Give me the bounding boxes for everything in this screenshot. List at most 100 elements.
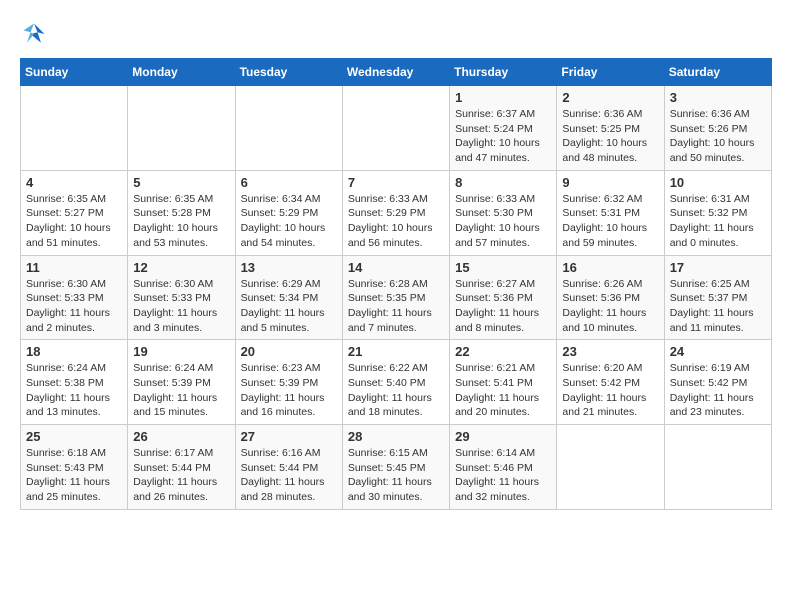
day-info: Sunrise: 6:25 AM Sunset: 5:37 PM Dayligh… xyxy=(670,277,766,336)
day-number: 1 xyxy=(455,90,551,105)
day-info: Sunrise: 6:35 AM Sunset: 5:28 PM Dayligh… xyxy=(133,192,229,251)
calendar-week-row: 25 Sunrise: 6:18 AM Sunset: 5:43 PM Dayli… xyxy=(21,425,772,510)
calendar-cell: 6 Sunrise: 6:34 AM Sunset: 5:29 PM Daylig… xyxy=(235,170,342,255)
header xyxy=(20,20,772,48)
day-info: Sunrise: 6:35 AM Sunset: 5:27 PM Dayligh… xyxy=(26,192,122,251)
day-number: 8 xyxy=(455,175,551,190)
logo-icon xyxy=(20,20,48,48)
day-number: 21 xyxy=(348,344,444,359)
day-info: Sunrise: 6:16 AM Sunset: 5:44 PM Dayligh… xyxy=(241,446,337,505)
day-number: 20 xyxy=(241,344,337,359)
day-info: Sunrise: 6:14 AM Sunset: 5:46 PM Dayligh… xyxy=(455,446,551,505)
day-info: Sunrise: 6:15 AM Sunset: 5:45 PM Dayligh… xyxy=(348,446,444,505)
header-cell-sunday: Sunday xyxy=(21,59,128,86)
calendar-cell: 1 Sunrise: 6:37 AM Sunset: 5:24 PM Daylig… xyxy=(450,86,557,171)
day-number: 11 xyxy=(26,260,122,275)
day-number: 27 xyxy=(241,429,337,444)
day-info: Sunrise: 6:22 AM Sunset: 5:40 PM Dayligh… xyxy=(348,361,444,420)
day-number: 13 xyxy=(241,260,337,275)
day-info: Sunrise: 6:37 AM Sunset: 5:24 PM Dayligh… xyxy=(455,107,551,166)
day-number: 12 xyxy=(133,260,229,275)
calendar-cell: 9 Sunrise: 6:32 AM Sunset: 5:31 PM Daylig… xyxy=(557,170,664,255)
header-cell-tuesday: Tuesday xyxy=(235,59,342,86)
day-info: Sunrise: 6:28 AM Sunset: 5:35 PM Dayligh… xyxy=(348,277,444,336)
calendar-cell: 25 Sunrise: 6:18 AM Sunset: 5:43 PM Dayli… xyxy=(21,425,128,510)
calendar-cell xyxy=(21,86,128,171)
calendar-cell: 26 Sunrise: 6:17 AM Sunset: 5:44 PM Dayli… xyxy=(128,425,235,510)
calendar-cell: 11 Sunrise: 6:30 AM Sunset: 5:33 PM Dayli… xyxy=(21,255,128,340)
calendar-cell: 13 Sunrise: 6:29 AM Sunset: 5:34 PM Dayli… xyxy=(235,255,342,340)
day-info: Sunrise: 6:36 AM Sunset: 5:26 PM Dayligh… xyxy=(670,107,766,166)
calendar-cell: 12 Sunrise: 6:30 AM Sunset: 5:33 PM Dayli… xyxy=(128,255,235,340)
day-number: 26 xyxy=(133,429,229,444)
calendar-cell xyxy=(557,425,664,510)
calendar-week-row: 1 Sunrise: 6:37 AM Sunset: 5:24 PM Daylig… xyxy=(21,86,772,171)
calendar-week-row: 11 Sunrise: 6:30 AM Sunset: 5:33 PM Dayli… xyxy=(21,255,772,340)
calendar-cell: 2 Sunrise: 6:36 AM Sunset: 5:25 PM Daylig… xyxy=(557,86,664,171)
calendar-cell: 29 Sunrise: 6:14 AM Sunset: 5:46 PM Dayli… xyxy=(450,425,557,510)
day-info: Sunrise: 6:20 AM Sunset: 5:42 PM Dayligh… xyxy=(562,361,658,420)
day-info: Sunrise: 6:33 AM Sunset: 5:29 PM Dayligh… xyxy=(348,192,444,251)
day-number: 25 xyxy=(26,429,122,444)
day-number: 2 xyxy=(562,90,658,105)
day-number: 7 xyxy=(348,175,444,190)
day-number: 18 xyxy=(26,344,122,359)
calendar-cell: 3 Sunrise: 6:36 AM Sunset: 5:26 PM Daylig… xyxy=(664,86,771,171)
day-info: Sunrise: 6:24 AM Sunset: 5:38 PM Dayligh… xyxy=(26,361,122,420)
calendar-table: SundayMondayTuesdayWednesdayThursdayFrid… xyxy=(20,58,772,510)
day-info: Sunrise: 6:30 AM Sunset: 5:33 PM Dayligh… xyxy=(26,277,122,336)
calendar-cell: 7 Sunrise: 6:33 AM Sunset: 5:29 PM Daylig… xyxy=(342,170,449,255)
calendar-cell: 20 Sunrise: 6:23 AM Sunset: 5:39 PM Dayli… xyxy=(235,340,342,425)
calendar-week-row: 18 Sunrise: 6:24 AM Sunset: 5:38 PM Dayli… xyxy=(21,340,772,425)
calendar-cell: 15 Sunrise: 6:27 AM Sunset: 5:36 PM Dayli… xyxy=(450,255,557,340)
day-number: 10 xyxy=(670,175,766,190)
calendar-cell: 23 Sunrise: 6:20 AM Sunset: 5:42 PM Dayli… xyxy=(557,340,664,425)
header-cell-wednesday: Wednesday xyxy=(342,59,449,86)
day-number: 23 xyxy=(562,344,658,359)
day-number: 28 xyxy=(348,429,444,444)
header-cell-monday: Monday xyxy=(128,59,235,86)
calendar-cell: 19Sunrise: 6:24 AM Sunset: 5:39 PM Dayli… xyxy=(128,340,235,425)
calendar-cell xyxy=(664,425,771,510)
calendar-cell: 24 Sunrise: 6:19 AM Sunset: 5:42 PM Dayli… xyxy=(664,340,771,425)
day-number: 14 xyxy=(348,260,444,275)
calendar-cell: 5 Sunrise: 6:35 AM Sunset: 5:28 PM Daylig… xyxy=(128,170,235,255)
day-info: Sunrise: 6:19 AM Sunset: 5:42 PM Dayligh… xyxy=(670,361,766,420)
calendar-cell: 4Sunrise: 6:35 AM Sunset: 5:27 PM Daylig… xyxy=(21,170,128,255)
day-number: 29 xyxy=(455,429,551,444)
day-info: Sunrise: 6:27 AM Sunset: 5:36 PM Dayligh… xyxy=(455,277,551,336)
calendar-cell: 22Sunrise: 6:21 AM Sunset: 5:41 PM Dayli… xyxy=(450,340,557,425)
header-cell-thursday: Thursday xyxy=(450,59,557,86)
day-number: 15 xyxy=(455,260,551,275)
day-number: 17 xyxy=(670,260,766,275)
day-info: Sunrise: 6:17 AM Sunset: 5:44 PM Dayligh… xyxy=(133,446,229,505)
day-info: Sunrise: 6:23 AM Sunset: 5:39 PM Dayligh… xyxy=(241,361,337,420)
calendar-cell: 8 Sunrise: 6:33 AM Sunset: 5:30 PM Daylig… xyxy=(450,170,557,255)
calendar-cell: 14 Sunrise: 6:28 AM Sunset: 5:35 PM Dayli… xyxy=(342,255,449,340)
day-info: Sunrise: 6:31 AM Sunset: 5:32 PM Dayligh… xyxy=(670,192,766,251)
calendar-cell xyxy=(128,86,235,171)
day-info: Sunrise: 6:32 AM Sunset: 5:31 PM Dayligh… xyxy=(562,192,658,251)
day-info: Sunrise: 6:24 AM Sunset: 5:39 PM Dayligh… xyxy=(133,361,229,420)
calendar-header-row: SundayMondayTuesdayWednesdayThursdayFrid… xyxy=(21,59,772,86)
day-info: Sunrise: 6:33 AM Sunset: 5:30 PM Dayligh… xyxy=(455,192,551,251)
day-info: Sunrise: 6:36 AM Sunset: 5:25 PM Dayligh… xyxy=(562,107,658,166)
day-number: 24 xyxy=(670,344,766,359)
day-number: 6 xyxy=(241,175,337,190)
day-number: 9 xyxy=(562,175,658,190)
header-cell-friday: Friday xyxy=(557,59,664,86)
day-info: Sunrise: 6:18 AM Sunset: 5:43 PM Dayligh… xyxy=(26,446,122,505)
day-info: Sunrise: 6:34 AM Sunset: 5:29 PM Dayligh… xyxy=(241,192,337,251)
day-info: Sunrise: 6:29 AM Sunset: 5:34 PM Dayligh… xyxy=(241,277,337,336)
calendar-body: 1 Sunrise: 6:37 AM Sunset: 5:24 PM Daylig… xyxy=(21,86,772,510)
calendar-cell: 18 Sunrise: 6:24 AM Sunset: 5:38 PM Dayli… xyxy=(21,340,128,425)
day-number: 5 xyxy=(133,175,229,190)
day-number: 3 xyxy=(670,90,766,105)
calendar-cell: 28 Sunrise: 6:15 AM Sunset: 5:45 PM Dayli… xyxy=(342,425,449,510)
calendar-week-row: 4Sunrise: 6:35 AM Sunset: 5:27 PM Daylig… xyxy=(21,170,772,255)
day-info: Sunrise: 6:21 AM Sunset: 5:41 PM Dayligh… xyxy=(455,361,551,420)
day-info: Sunrise: 6:30 AM Sunset: 5:33 PM Dayligh… xyxy=(133,277,229,336)
header-cell-saturday: Saturday xyxy=(664,59,771,86)
calendar-cell: 27 Sunrise: 6:16 AM Sunset: 5:44 PM Dayli… xyxy=(235,425,342,510)
day-number: 16 xyxy=(562,260,658,275)
